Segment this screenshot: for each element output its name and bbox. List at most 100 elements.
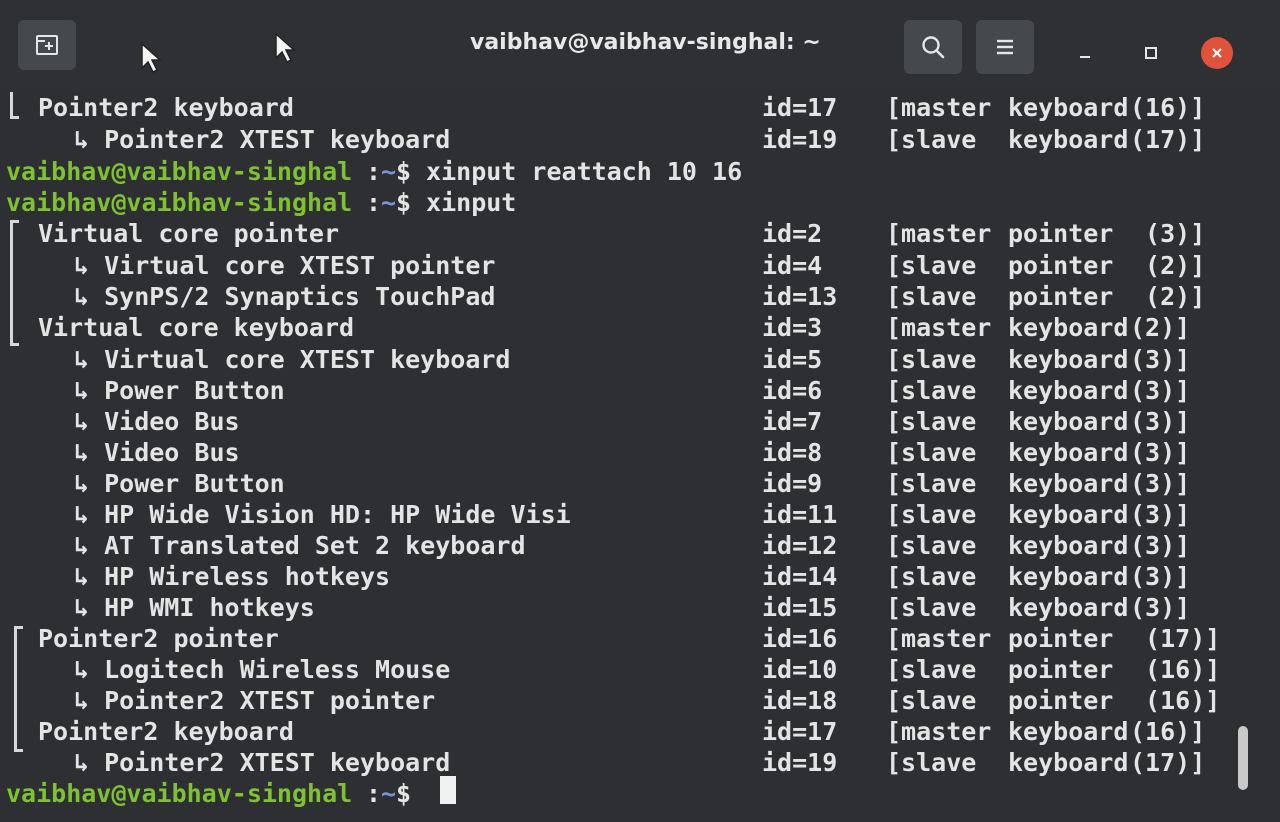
device-row: ↳ HP Wireless hotkeys id=14 [slave keyboard… bbox=[0, 561, 1240, 592]
device-row: ↳ SynPS/2 Synaptics TouchPad id=13 [slave p… bbox=[0, 281, 1240, 312]
new-tab-icon bbox=[36, 35, 58, 55]
device-role: [slave bbox=[886, 686, 977, 715]
device-id: id=8 bbox=[762, 438, 823, 467]
scrollbar-thumb[interactable] bbox=[1238, 726, 1248, 790]
device-id: id=6 bbox=[762, 376, 823, 405]
command-text: xinput bbox=[411, 188, 517, 217]
device-id: id=2 bbox=[762, 219, 823, 248]
device-parent: (17)] bbox=[1130, 624, 1221, 653]
minimize-icon bbox=[1080, 56, 1090, 58]
device-id: id=10 bbox=[762, 655, 838, 684]
device-row: ↳ HP Wide Vision HD: HP Wide Visi id=11 [s… bbox=[0, 499, 1240, 530]
device-type: pointer bbox=[1008, 251, 1114, 280]
device-name: ↳ Video Bus bbox=[74, 407, 240, 436]
device-row: ↳ Power Button id=6 [slave keyboard (3)] bbox=[0, 375, 1240, 406]
device-type: keyboard bbox=[1008, 500, 1129, 529]
device-parent: (3)] bbox=[1130, 531, 1191, 560]
device-role: [slave bbox=[886, 282, 977, 311]
device-id: id=18 bbox=[762, 686, 838, 715]
device-parent: (2)] bbox=[1130, 282, 1206, 311]
prompt-sep: : bbox=[366, 157, 382, 186]
device-role: [slave bbox=[886, 748, 977, 777]
search-button[interactable] bbox=[904, 20, 962, 74]
device-name: ↳ Video Bus bbox=[74, 438, 240, 467]
device-role: [slave bbox=[886, 531, 977, 560]
device-role: [master bbox=[886, 219, 992, 248]
device-role: [slave bbox=[886, 593, 977, 622]
device-id: id=17 bbox=[762, 717, 838, 746]
menu-button[interactable] bbox=[976, 20, 1034, 74]
close-button[interactable] bbox=[1201, 37, 1233, 69]
device-parent: (2)] bbox=[1130, 251, 1206, 280]
device-name: Pointer2 pointer bbox=[38, 624, 279, 653]
device-role: [slave bbox=[886, 500, 977, 529]
device-parent: (3)] bbox=[1130, 376, 1191, 405]
device-parent: (3)] bbox=[1130, 500, 1191, 529]
device-role: [slave bbox=[886, 562, 977, 591]
prompt-user: vaibhav@vaibhav-singhal bbox=[6, 157, 353, 186]
device-row: Virtual core pointer id=2 [master pointer (… bbox=[0, 218, 1240, 249]
tree-bracket bbox=[10, 220, 19, 346]
device-name: ↳ Pointer2 XTEST pointer bbox=[74, 686, 436, 715]
device-row: ↳ Video Bus id=7 [slave keyboard (3)] bbox=[0, 406, 1240, 437]
device-id: id=4 bbox=[762, 251, 823, 280]
device-name: ↳ HP WMI hotkeys bbox=[74, 593, 315, 622]
device-type: pointer bbox=[1008, 219, 1114, 248]
prompt-sep: : bbox=[366, 188, 382, 217]
new-tab-button[interactable] bbox=[18, 20, 76, 70]
device-type: keyboard bbox=[1008, 531, 1129, 560]
device-type: keyboard bbox=[1008, 593, 1129, 622]
device-row: ↳ Pointer2 XTEST pointer id=18 [slave point… bbox=[0, 685, 1240, 716]
device-role: [master bbox=[886, 717, 992, 746]
prompt-dollar: $ bbox=[396, 157, 412, 186]
prompt-dollar: $ bbox=[396, 779, 412, 808]
device-row: ↳ HP WMI hotkeys id=15 [slave keyboard (3)] bbox=[0, 592, 1240, 623]
device-name: ↳ Pointer2 XTEST keyboard bbox=[74, 748, 451, 777]
device-name: Pointer2 keyboard bbox=[38, 93, 294, 122]
device-name: ↳ AT Translated Set 2 keyboard bbox=[74, 531, 526, 560]
device-role: [master bbox=[886, 313, 992, 342]
device-parent: (3)] bbox=[1130, 562, 1191, 591]
prompt-user: vaibhav@vaibhav-singhal bbox=[6, 188, 353, 217]
device-id: id=19 bbox=[762, 125, 838, 154]
device-row: ↳ Pointer2 XTEST keyboard id=19 [slave keyb… bbox=[0, 124, 1240, 155]
device-id: id=14 bbox=[762, 562, 838, 591]
device-role: [slave bbox=[886, 655, 977, 684]
device-id: id=19 bbox=[762, 748, 838, 777]
device-type: keyboard bbox=[1008, 376, 1129, 405]
device-name: Virtual core pointer bbox=[38, 219, 340, 248]
search-icon bbox=[922, 36, 945, 59]
device-id: id=7 bbox=[762, 407, 823, 436]
device-type: keyboard bbox=[1008, 313, 1129, 342]
device-row: ↳ Power Button id=9 [slave keyboard (3)] bbox=[0, 468, 1240, 499]
maximize-button[interactable] bbox=[1136, 38, 1166, 68]
device-type: keyboard bbox=[1008, 407, 1129, 436]
mouse-pointer-icon bbox=[275, 32, 296, 64]
prompt-sep: : bbox=[366, 779, 382, 808]
device-id: id=3 bbox=[762, 313, 823, 342]
device-id: id=5 bbox=[762, 345, 823, 374]
device-role: [slave bbox=[886, 125, 977, 154]
device-role: [slave bbox=[886, 345, 977, 374]
device-parent: (3)] bbox=[1130, 345, 1191, 374]
device-name: ↳ Power Button bbox=[74, 376, 285, 405]
device-parent: (17)] bbox=[1130, 125, 1206, 154]
device-type: pointer bbox=[1008, 282, 1114, 311]
device-type: keyboard bbox=[1008, 125, 1129, 154]
device-parent: (16)] bbox=[1130, 717, 1206, 746]
hamburger-menu-icon bbox=[997, 39, 1013, 55]
prompt-dollar: $ bbox=[396, 188, 412, 217]
prompt-line: vaibhav@vaibhav-singhal: ~ $ xinput reatta… bbox=[0, 156, 1240, 187]
device-id: id=13 bbox=[762, 282, 838, 311]
device-parent: (3)] bbox=[1130, 593, 1191, 622]
device-parent: (3)] bbox=[1130, 407, 1191, 436]
minimize-button[interactable] bbox=[1070, 38, 1100, 68]
maximize-icon bbox=[1145, 47, 1157, 59]
device-type: pointer bbox=[1008, 686, 1114, 715]
device-type: pointer bbox=[1008, 624, 1114, 653]
device-type: keyboard bbox=[1008, 748, 1129, 777]
device-row: ↳ AT Translated Set 2 keyboard id=12 [slav… bbox=[0, 530, 1240, 561]
header-bar: vaibhav@vaibhav-singhal: ~ bbox=[0, 0, 1280, 88]
device-parent: (3)] bbox=[1130, 438, 1191, 467]
mouse-pointer-icon bbox=[141, 42, 162, 74]
